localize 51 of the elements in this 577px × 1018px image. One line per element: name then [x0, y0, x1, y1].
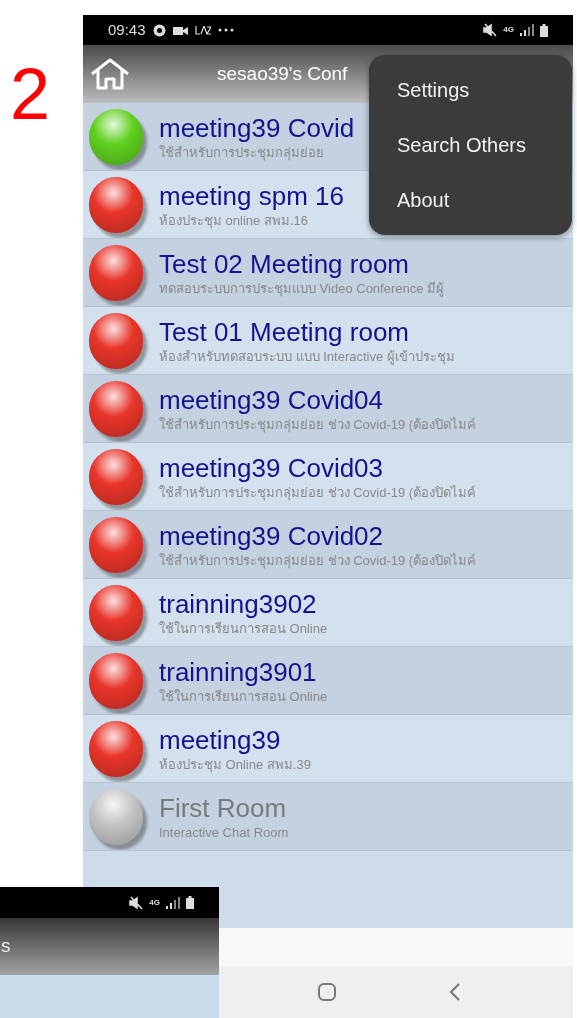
- room-row[interactable]: meeting39 Covid03 ใช้สำหรับการประชุมกลุ่มย่อย ช่วง Covid-19 (ต้องปิดไมค์: [83, 443, 573, 511]
- network-type: 4G: [503, 26, 514, 34]
- network-type: 4G: [149, 898, 160, 907]
- room-row[interactable]: Test 01 Meeting room ห้องสำหรับทดสอบระบบ แบบ Interactive ผู้เข้าประชุม: [83, 307, 573, 375]
- step-number: 2: [10, 54, 51, 134]
- room-description: ทดสอบระบบการประชุมแบบ Video Conference มีผู้: [159, 279, 445, 298]
- room-description: Interactive Chat Room: [159, 823, 289, 842]
- mute-icon: [129, 895, 144, 910]
- home-icon[interactable]: [89, 58, 131, 90]
- menu-item[interactable]: About: [369, 172, 572, 227]
- battery-icon: [186, 896, 194, 909]
- header-title: sesao39's Conf: [217, 61, 348, 86]
- room-title: meeting39 Covid04: [159, 383, 385, 416]
- room-title: Test 02 Meeting room: [159, 247, 410, 280]
- app-logo-icon: [194, 25, 211, 35]
- room-row[interactable]: meeting39 Covid02 ใช้สำหรับการประชุมกลุ่มย่อย ช่วง Covid-19 (ต้องปิดไมค์: [83, 511, 573, 579]
- battery-icon: [540, 23, 548, 37]
- room-description: ห้องประชุม online สพม.16: [159, 211, 309, 230]
- header-title: s: [0, 934, 11, 959]
- back-icon[interactable]: [449, 982, 461, 1002]
- room-row[interactable]: trainning3902 ใช้ในการเรียนการสอน Online: [83, 579, 573, 647]
- room-description: ห้องสำหรับทดสอบระบบ แบบ Interactive ผู้เข้าประชุม: [159, 347, 455, 366]
- room-title: meeting39 Covid03: [159, 451, 385, 484]
- room-description: ใช้สำหรับการประชุมกลุ่มย่อย: [159, 143, 325, 162]
- room-row[interactable]: Test 02 Meeting room ทดสอบระบบการประชุมแบบ Video Conference มีผู้: [83, 239, 573, 307]
- room-title: First Room: [159, 791, 288, 824]
- room-description: ใช้สำหรับการประชุมกลุ่มย่อย ช่วง Covid-19 (ต้องปิดไมค์: [159, 415, 477, 434]
- signal-icon: [520, 24, 534, 36]
- room-row[interactable]: meeting39 Covid04 ใช้สำหรับการประชุมกลุ่มย่อย ช่วง Covid-19 (ต้องปิดไมค์: [83, 375, 573, 443]
- room-title: meeting39: [159, 723, 282, 756]
- room-description: ใช้ในการเรียนการสอน Online: [159, 619, 328, 638]
- room-title: Test 01 Meeting room: [159, 315, 410, 348]
- menu-item[interactable]: Search Others: [369, 117, 572, 173]
- video-camera-icon: [172, 24, 188, 36]
- signal-icon: [166, 896, 180, 909]
- room-description: ใช้สำหรับการประชุมกลุ่มย่อย ช่วง Covid-19 (ต้องปิดไมค์: [159, 483, 477, 502]
- clock: 09:43: [108, 19, 146, 40]
- mute-icon: [483, 23, 498, 37]
- room-row[interactable]: trainning3901 ใช้ในการเรียนการสอน Online: [83, 647, 573, 715]
- home-button-icon[interactable]: [317, 982, 337, 1002]
- room-title: meeting39 Covid02: [159, 519, 385, 552]
- room-row[interactable]: meeting39 ห้องประชุม Online สพม.39: [83, 715, 573, 783]
- room-description: ห้องประชุม Online สพม.39: [159, 755, 311, 774]
- browser-icon: [152, 23, 166, 37]
- room-title: meeting39 Covid: [159, 111, 355, 144]
- room-title: meeting spm 16: [159, 179, 344, 212]
- room-title: trainning3902: [159, 587, 318, 620]
- room-title: trainning3901: [159, 655, 318, 688]
- room-description: ใช้สำหรับการประชุมกลุ่มย่อย ช่วง Covid-19 (ต้องปิดไมค์: [159, 551, 477, 570]
- more-icon: [217, 28, 234, 32]
- room-description: ใช้ในการเรียนการสอน Online: [159, 687, 328, 706]
